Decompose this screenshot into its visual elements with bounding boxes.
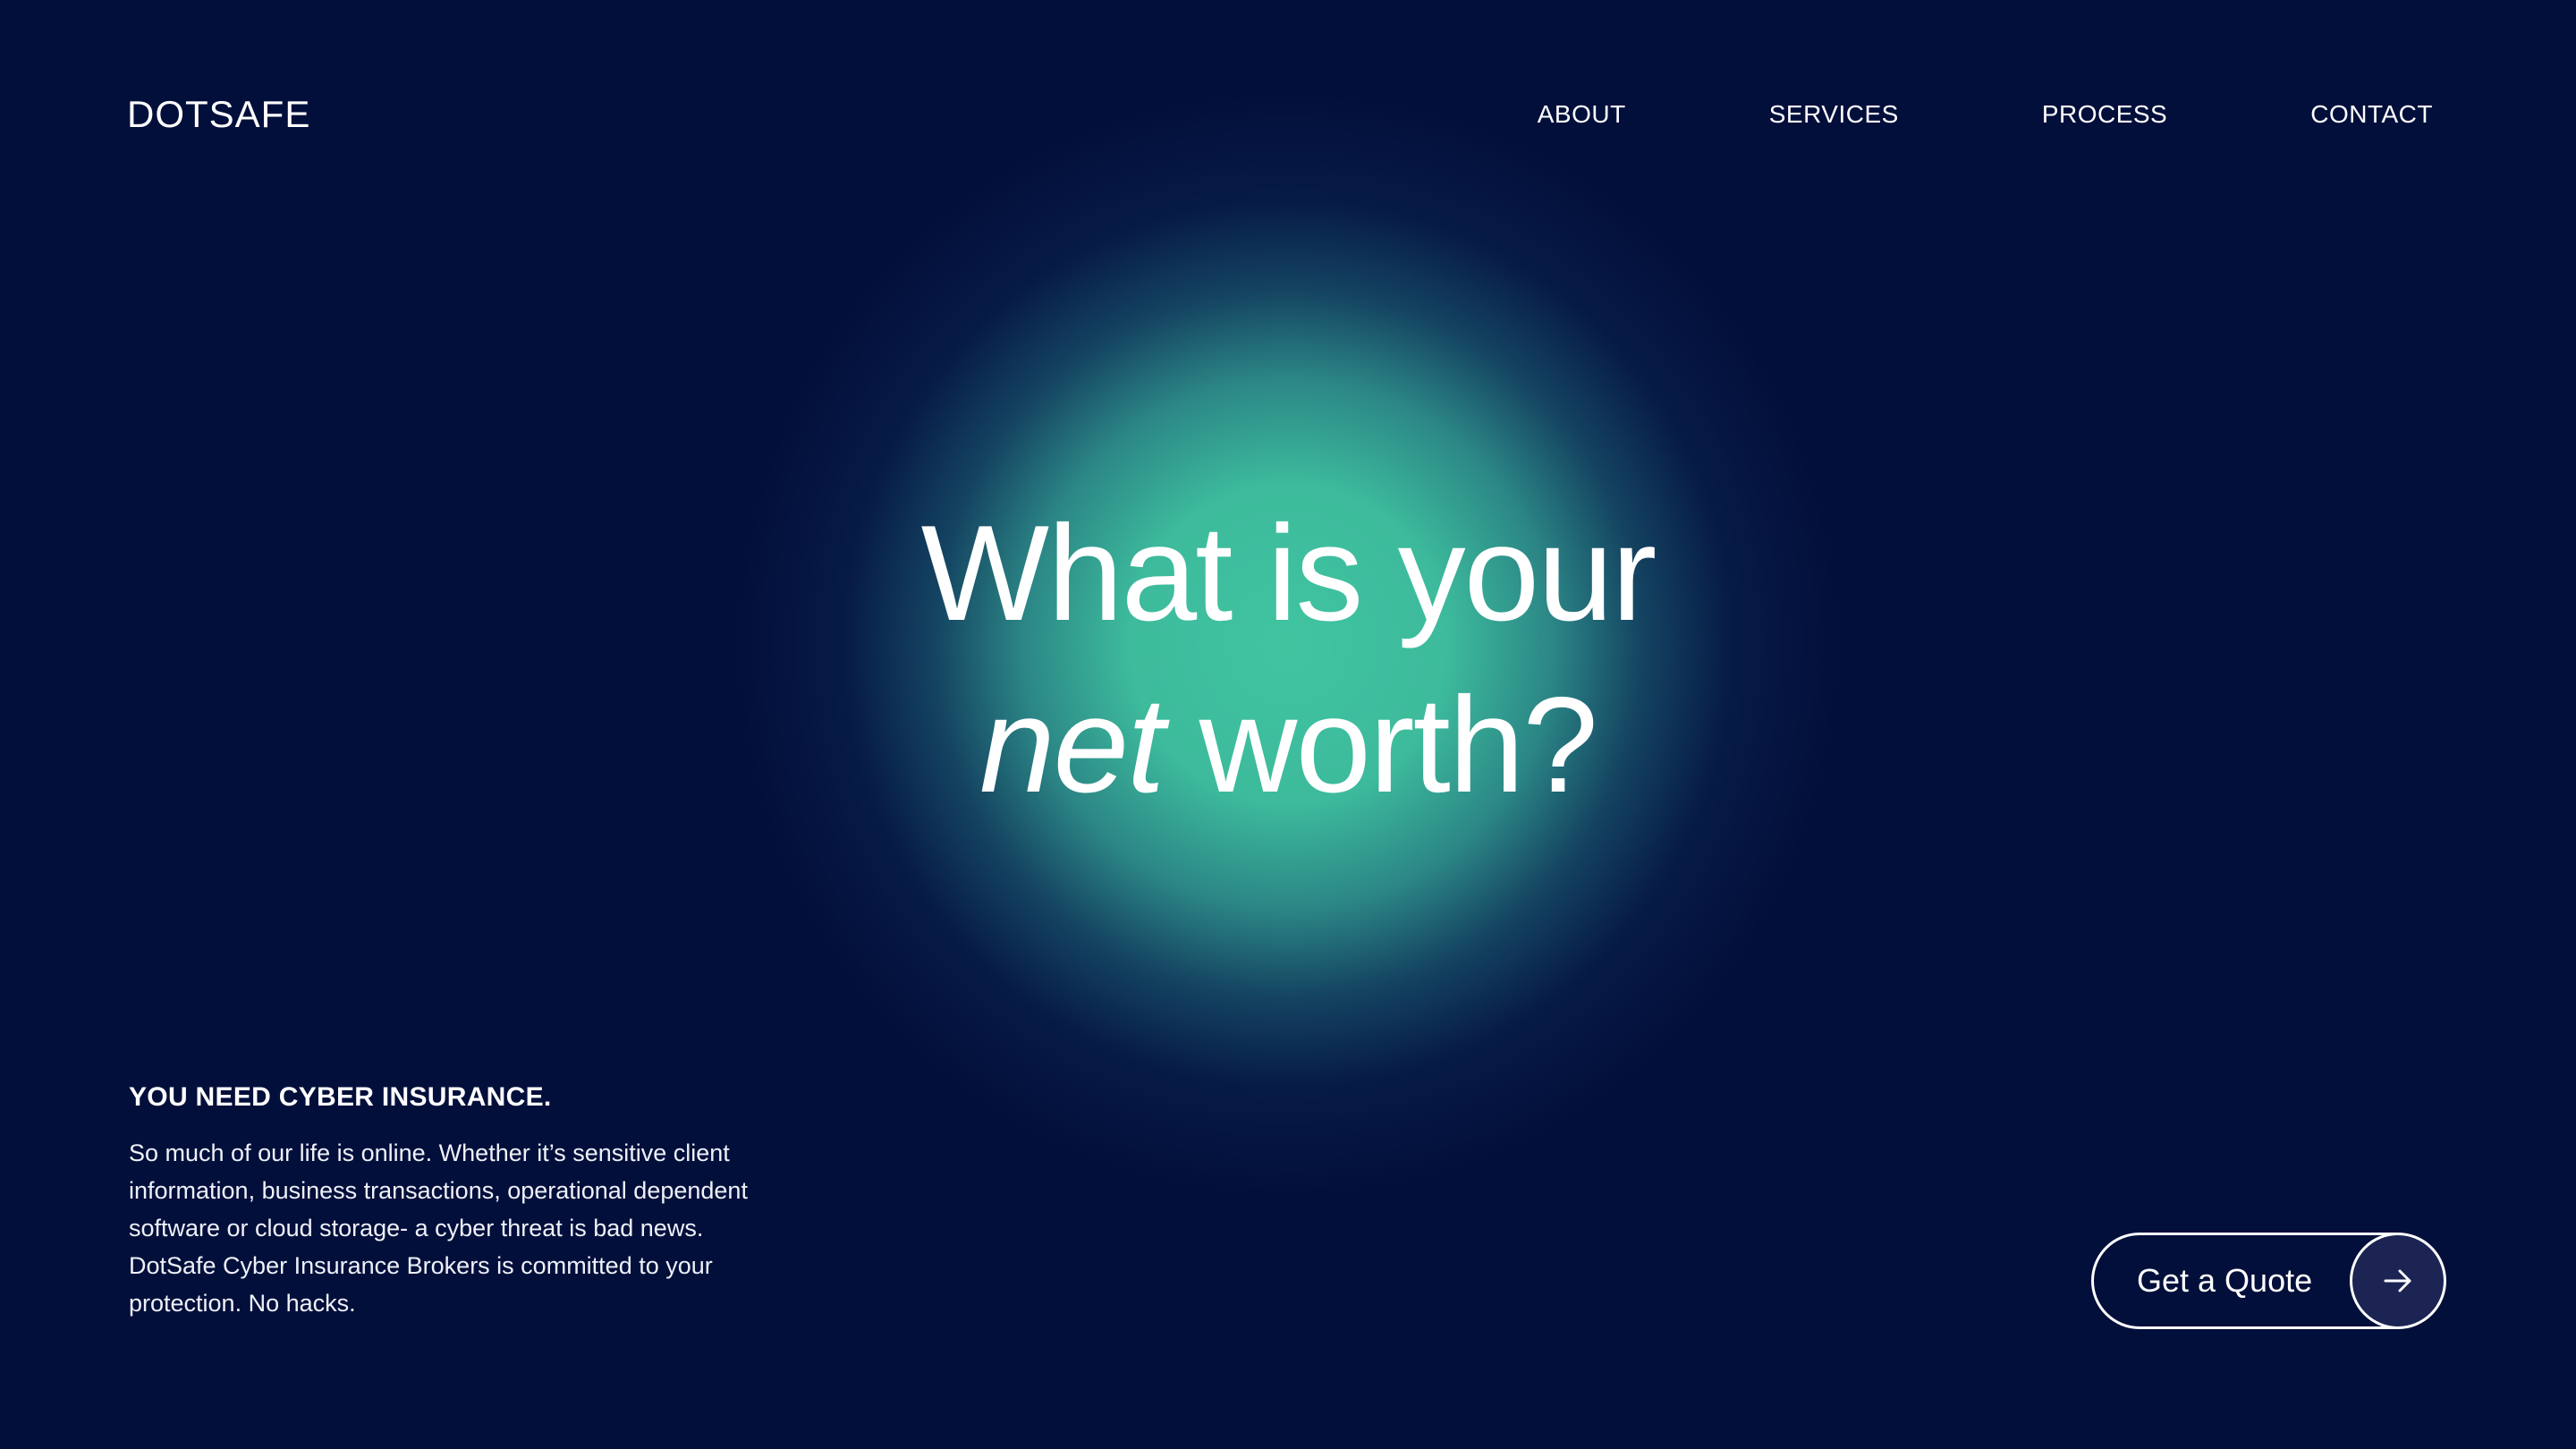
get-quote-button[interactable]: Get a Quote <box>2091 1233 2446 1329</box>
hero-line-1: What is your <box>920 497 1657 649</box>
brand-logo[interactable]: DOTSAFE <box>127 93 310 136</box>
landing-page: DOTSAFE ABOUT SERVICES PROCESS CONTACT W… <box>0 0 2576 1449</box>
nav-services[interactable]: SERVICES <box>1769 100 1899 129</box>
info-section: YOU NEED CYBER INSURANCE. So much of our… <box>129 1082 773 1322</box>
hero-italic-word: net <box>979 669 1165 821</box>
arrow-right-icon <box>2350 1233 2446 1329</box>
info-body: So much of our life is online. Whether i… <box>129 1140 748 1317</box>
info-heading: YOU NEED CYBER INSURANCE. <box>129 1082 552 1112</box>
hero-line-2: worth? <box>1163 669 1598 821</box>
nav-about[interactable]: ABOUT <box>1538 100 1626 129</box>
main-nav: ABOUT SERVICES PROCESS CONTACT <box>1538 100 2433 129</box>
hero-headline: What is your net worth? <box>0 487 2576 831</box>
nav-contact[interactable]: CONTACT <box>2310 100 2433 129</box>
nav-process[interactable]: PROCESS <box>2042 100 2167 129</box>
get-quote-label: Get a Quote <box>2137 1262 2313 1299</box>
